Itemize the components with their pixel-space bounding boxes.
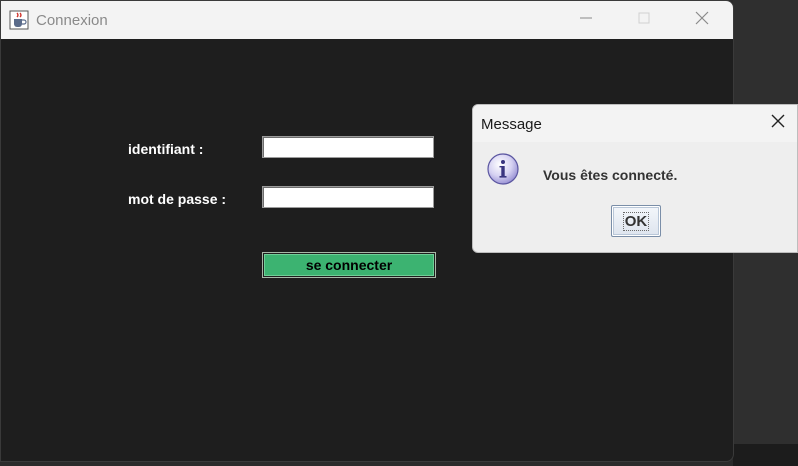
ok-button[interactable]: OK [611,205,661,237]
minimize-button[interactable] [557,1,615,39]
message-dialog-titlebar[interactable]: Message [473,105,797,142]
password-input[interactable] [262,186,434,208]
connect-button[interactable]: se connecter [262,252,436,278]
close-button[interactable] [673,1,731,39]
close-icon [771,114,785,133]
username-input[interactable] [262,136,434,158]
dialog-close-button[interactable] [759,105,797,142]
close-icon [695,11,709,30]
taskbar-edge [733,444,798,466]
dialog-title: Message [481,116,542,133]
window-title: Connexion [36,12,108,29]
ok-button-label: OK [622,211,650,231]
login-window-titlebar[interactable]: Connexion [1,1,733,39]
maximize-button[interactable] [615,1,673,39]
username-label: identifiant : [128,141,204,157]
java-coffee-cup-icon [9,10,29,30]
dialog-message: Vous êtes connecté. [543,167,678,183]
information-icon [486,152,520,186]
desktop: Connexion identifiant : mot de passe : s [0,0,798,466]
password-label: mot de passe : [128,191,227,207]
minimize-icon [580,11,592,29]
maximize-icon [638,11,650,29]
message-dialog: Message Vous êtes connecté. OK [472,104,798,253]
